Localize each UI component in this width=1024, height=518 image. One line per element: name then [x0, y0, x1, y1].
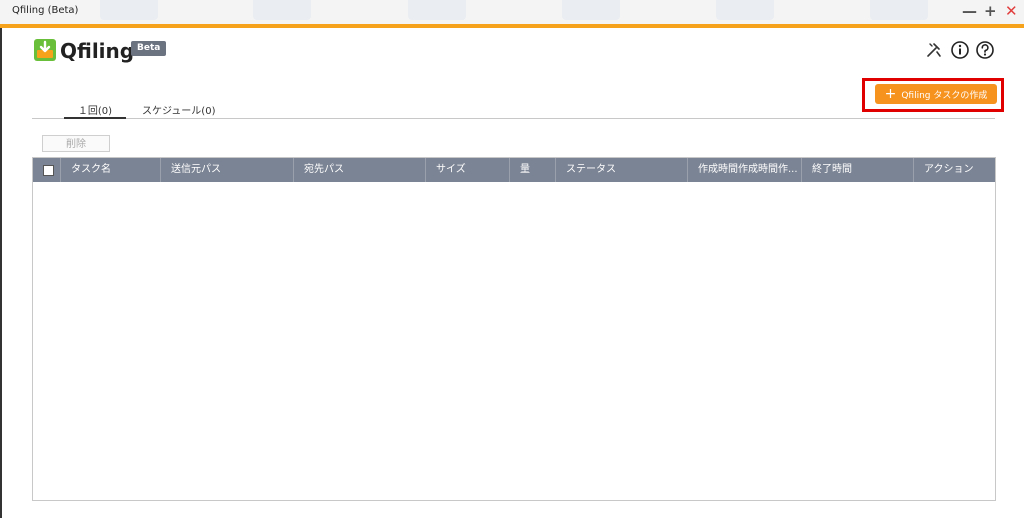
tools-icon[interactable] [924, 40, 944, 60]
column-action[interactable]: アクション [914, 158, 995, 182]
minimize-button[interactable]: — [962, 3, 977, 19]
maximize-button[interactable]: + [984, 3, 997, 19]
beta-badge: Beta [131, 41, 167, 56]
window-title: Qfiling (Beta) [12, 5, 79, 16]
background-thumbnail [562, 0, 620, 20]
column-task-name[interactable]: タスク名 [61, 158, 161, 182]
background-thumbnail [100, 0, 158, 20]
table-header: タスク名 送信元パス 宛先パス サイズ 量 ステータス 作成時間作成時間作...… [33, 158, 995, 182]
tab-one-time[interactable]: １回(0) [64, 102, 126, 119]
window-titlebar: Qfiling (Beta) — + ✕ [0, 0, 1024, 28]
column-created-time[interactable]: 作成時間作成時間作... [688, 158, 802, 182]
column-status[interactable]: ステータス [556, 158, 688, 182]
task-table: タスク名 送信元パス 宛先パス サイズ 量 ステータス 作成時間作成時間作...… [32, 157, 996, 501]
column-size[interactable]: サイズ [426, 158, 510, 182]
background-thumbnail [253, 0, 311, 20]
background-thumbnail [870, 0, 928, 20]
select-all-cell [33, 158, 61, 182]
info-icon[interactable] [950, 40, 970, 60]
task-tabs: １回(0) スケジュール(0) [32, 98, 995, 119]
app-name: Qfiling [60, 39, 135, 63]
column-amount[interactable]: 量 [510, 158, 556, 182]
select-all-checkbox[interactable] [43, 165, 54, 176]
background-thumbnail [716, 0, 774, 20]
help-icon[interactable] [975, 40, 995, 60]
delete-button[interactable]: 削除 [42, 135, 110, 152]
close-button[interactable]: ✕ [1005, 3, 1018, 19]
column-end-time[interactable]: 終了時間 [802, 158, 914, 182]
column-destination-path[interactable]: 宛先パス [294, 158, 426, 182]
column-source-path[interactable]: 送信元パス [161, 158, 294, 182]
background-thumbnail [408, 0, 466, 20]
tab-schedule[interactable]: スケジュール(0) [142, 102, 215, 117]
qfiling-logo-icon [34, 39, 56, 61]
window-left-border [0, 28, 2, 518]
